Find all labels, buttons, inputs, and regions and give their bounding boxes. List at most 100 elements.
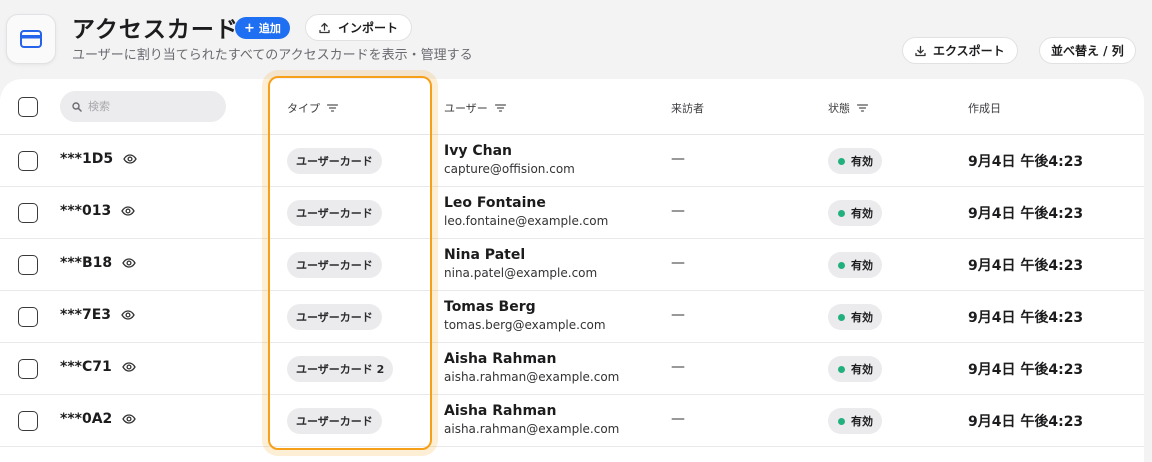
created-date: 9月4日 午後4:23 bbox=[968, 414, 1084, 430]
table-row[interactable]: ***B18 ユーザーカード Nina Patel nina.patel@exa… bbox=[0, 239, 1144, 291]
column-header-type[interactable]: タイプ bbox=[287, 100, 338, 116]
user-name: Tomas Berg bbox=[444, 299, 536, 315]
plus-icon: + bbox=[244, 20, 255, 36]
column-label-created: 作成日 bbox=[968, 102, 1001, 115]
user-email: aisha.rahman@example.com bbox=[444, 370, 620, 384]
visitor-value: — bbox=[671, 411, 685, 427]
eye-icon[interactable] bbox=[122, 258, 136, 268]
status-badge: 有効 bbox=[828, 356, 882, 382]
column-header-user[interactable]: ユーザー bbox=[444, 100, 506, 116]
status-label: 有効 bbox=[851, 155, 873, 168]
row-checkbox[interactable] bbox=[18, 151, 38, 171]
column-header-visitor[interactable]: 来訪者 bbox=[671, 100, 704, 116]
visitor-value: — bbox=[671, 255, 685, 271]
user-name: Aisha Rahman bbox=[444, 403, 557, 419]
card-number: ***B18 bbox=[60, 255, 136, 271]
card-type-chip: ユーザーカード bbox=[287, 304, 382, 330]
import-button-label: インポート bbox=[338, 21, 399, 35]
card-number-text: ***0A2 bbox=[60, 411, 113, 427]
card-type-chip: ユーザーカード 2 bbox=[287, 356, 394, 382]
row-checkbox[interactable] bbox=[18, 307, 38, 327]
created-date: 9月4日 午後4:23 bbox=[968, 310, 1084, 326]
column-label-user: ユーザー bbox=[444, 102, 488, 115]
visitor-value: — bbox=[671, 359, 685, 375]
created-date: 9月4日 午後4:23 bbox=[968, 154, 1084, 170]
card-number-text: ***013 bbox=[60, 203, 112, 219]
column-header-created[interactable]: 作成日 bbox=[968, 100, 1001, 116]
user-email: tomas.berg@example.com bbox=[444, 318, 606, 332]
table-row[interactable]: ***0A2 ユーザーカード Aisha Rahman aisha.rahman… bbox=[0, 395, 1144, 447]
table-header: タイプ ユーザー 来訪者 状態 作成日 bbox=[0, 79, 1144, 135]
status-badge: 有効 bbox=[828, 304, 882, 330]
created-date: 9月4日 午後4:23 bbox=[968, 258, 1084, 274]
search-icon bbox=[72, 101, 82, 112]
row-checkbox[interactable] bbox=[18, 255, 38, 275]
eye-icon[interactable] bbox=[121, 310, 135, 320]
card-number: ***1D5 bbox=[60, 151, 137, 167]
credit-card-icon bbox=[20, 30, 42, 48]
export-button[interactable]: エクスポート bbox=[902, 37, 1018, 64]
card-type-chip: ユーザーカード bbox=[287, 148, 382, 174]
user-email: capture@offision.com bbox=[444, 162, 575, 176]
column-header-status[interactable]: 状態 bbox=[828, 100, 868, 116]
status-label: 有効 bbox=[851, 363, 873, 376]
card-number: ***0A2 bbox=[60, 411, 137, 427]
table-row[interactable]: ***C71 ユーザーカード 2 Aisha Rahman aisha.rahm… bbox=[0, 343, 1144, 395]
table-row[interactable]: ***1D5 ユーザーカード Ivy Chan capture@offision… bbox=[0, 135, 1144, 187]
row-checkbox[interactable] bbox=[18, 359, 38, 379]
add-button[interactable]: + 追加 bbox=[235, 17, 290, 39]
row-checkbox[interactable] bbox=[18, 203, 38, 223]
visitor-value: — bbox=[671, 203, 685, 219]
card-type-chip: ユーザーカード bbox=[287, 200, 382, 226]
status-label: 有効 bbox=[851, 415, 873, 428]
status-dot bbox=[838, 313, 845, 321]
status-badge: 有効 bbox=[828, 408, 882, 434]
sort-columns-label: 並べ替え / 列 bbox=[1051, 44, 1124, 58]
column-label-type: タイプ bbox=[287, 102, 320, 115]
card-number-text: ***B18 bbox=[60, 255, 113, 271]
import-button[interactable]: インポート bbox=[305, 14, 413, 41]
user-email: aisha.rahman@example.com bbox=[444, 422, 620, 436]
status-dot bbox=[838, 417, 845, 425]
app-card-icon bbox=[6, 14, 56, 64]
card-type-chip: ユーザーカード bbox=[287, 408, 382, 434]
filter-icon[interactable] bbox=[327, 104, 338, 112]
status-label: 有効 bbox=[851, 259, 873, 272]
sort-columns-button[interactable]: 並べ替え / 列 bbox=[1039, 37, 1136, 64]
status-dot bbox=[838, 261, 845, 269]
select-all-checkbox[interactable] bbox=[18, 97, 38, 117]
status-dot bbox=[838, 209, 845, 217]
card-number-text: ***1D5 bbox=[60, 151, 114, 167]
search-box[interactable] bbox=[60, 91, 226, 122]
user-name: Nina Patel bbox=[444, 247, 526, 263]
visitor-value: — bbox=[671, 151, 685, 167]
card-number-text: ***7E3 bbox=[60, 307, 112, 323]
status-badge: 有効 bbox=[828, 252, 882, 278]
user-email: leo.fontaine@example.com bbox=[444, 214, 609, 228]
export-button-label: エクスポート bbox=[933, 44, 1005, 58]
card-number: ***7E3 bbox=[60, 307, 135, 323]
table-row[interactable]: ***013 ユーザーカード Leo Fontaine leo.fontaine… bbox=[0, 187, 1144, 239]
filter-icon[interactable] bbox=[494, 104, 506, 112]
eye-icon[interactable] bbox=[122, 414, 137, 424]
user-email: nina.patel@example.com bbox=[444, 266, 598, 280]
user-name: Leo Fontaine bbox=[444, 195, 546, 211]
visitor-value: — bbox=[671, 307, 685, 323]
column-label-status: 状態 bbox=[828, 102, 850, 115]
status-label: 有効 bbox=[851, 207, 873, 220]
row-checkbox[interactable] bbox=[18, 411, 38, 431]
card-number: ***013 bbox=[60, 203, 135, 219]
eye-icon[interactable] bbox=[123, 154, 137, 164]
filter-icon[interactable] bbox=[857, 104, 868, 112]
eye-icon[interactable] bbox=[121, 362, 136, 372]
user-name: Aisha Rahman bbox=[444, 351, 557, 367]
page-title: アクセスカード bbox=[72, 17, 239, 43]
access-card-table: タイプ ユーザー 来訪者 状態 作成日 ***1D5 bbox=[0, 79, 1144, 462]
status-dot bbox=[838, 157, 845, 165]
search-input[interactable] bbox=[88, 100, 218, 113]
eye-icon[interactable] bbox=[121, 206, 135, 216]
status-badge: 有効 bbox=[828, 200, 882, 226]
column-label-visitor: 来訪者 bbox=[671, 102, 704, 115]
card-number: ***C71 bbox=[60, 359, 136, 375]
table-row[interactable]: ***7E3 ユーザーカード Tomas Berg tomas.berg@exa… bbox=[0, 291, 1144, 343]
